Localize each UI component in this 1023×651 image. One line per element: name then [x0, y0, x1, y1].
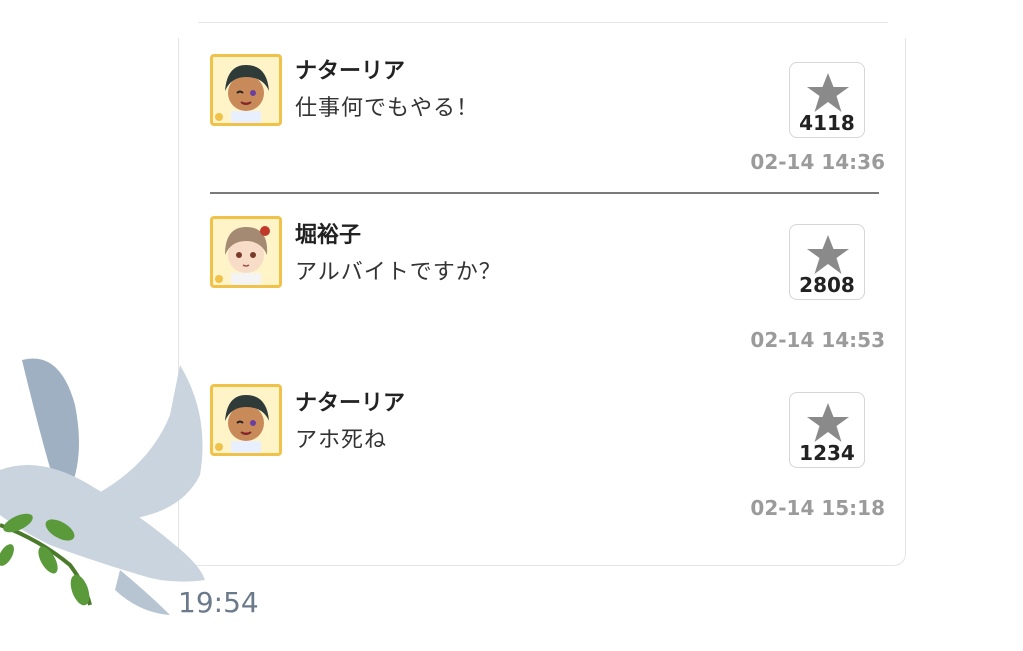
star-button[interactable]: 4118 — [789, 62, 865, 138]
message-card: ナターリア 仕事何でもやる！ 4118 02-14 14:36 堀裕子 アルバイ… — [178, 38, 906, 566]
avatar[interactable] — [210, 54, 282, 126]
star-icon — [807, 235, 849, 274]
timestamp: 02-14 15:18 — [750, 496, 885, 520]
star-count: 4118 — [799, 111, 855, 135]
author-name[interactable]: ナターリア — [295, 385, 405, 417]
avatar-hori-yuko-icon — [213, 219, 279, 285]
avatar[interactable] — [210, 384, 282, 456]
top-divider — [198, 22, 888, 23]
star-icon — [807, 403, 849, 442]
star-count: 1234 — [799, 441, 855, 465]
star-icon — [807, 73, 849, 112]
star-count: 2808 — [799, 273, 855, 297]
message-item: 堀裕子 アルバイトですか？ 2808 02-14 14:53 — [179, 204, 907, 354]
message-text: アホ死ね — [295, 428, 388, 453]
author-name[interactable]: 堀裕子 — [295, 217, 361, 249]
message-item: ナターリア アホ死ね 1234 02-14 15:18 — [179, 372, 907, 522]
star-button[interactable]: 2808 — [789, 224, 865, 300]
author-name[interactable]: ナターリア — [295, 53, 405, 85]
avatar[interactable] — [210, 216, 282, 288]
message-divider — [210, 192, 879, 194]
star-button[interactable]: 1234 — [789, 392, 865, 468]
message-text: 仕事何でもやる！ — [295, 96, 480, 121]
timestamp: 02-14 14:36 — [750, 150, 885, 174]
message-item: ナターリア 仕事何でもやる！ 4118 02-14 14:36 — [179, 40, 907, 194]
message-text: アルバイトですか？ — [295, 260, 502, 285]
timestamp: 02-14 14:53 — [750, 328, 885, 352]
avatar-natalia-icon — [213, 387, 279, 453]
avatar-natalia-icon — [213, 57, 279, 123]
status-time: 19:54 — [178, 586, 259, 619]
